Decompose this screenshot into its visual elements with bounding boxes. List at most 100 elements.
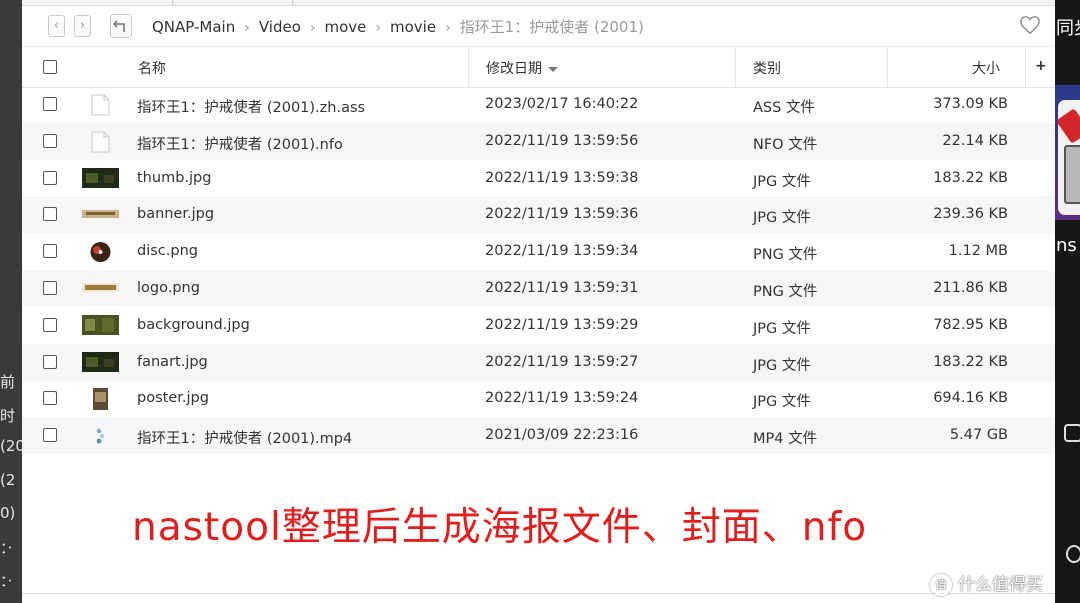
- file-type: PNG 文件: [753, 247, 818, 264]
- file-size: 183.22 KB: [933, 169, 1008, 186]
- file-modified: 2022/11/19 13:59:31: [485, 280, 639, 296]
- table-row[interactable]: thumb.jpg 2022/11/19 13:59:38 JPG 文件 183.22…: [22, 160, 1055, 197]
- watermark-logo-icon: 值: [930, 574, 952, 596]
- sort-down-icon: [548, 66, 558, 72]
- file-size: 183.22 KB: [933, 353, 1008, 370]
- table-row[interactable]: poster.jpg 2022/11/19 13:59:24 JPG 文件 694.1…: [22, 380, 1055, 417]
- row-checkbox[interactable]: [43, 354, 57, 369]
- file-name[interactable]: 指环王1：护戒使者 (2001).nfo: [137, 133, 343, 154]
- background-terminal: 前 时 (20 (2 0) ：· ：·: [0, 0, 22, 603]
- column-modified-label: 修改日期: [486, 61, 542, 77]
- row-checkbox[interactable]: [43, 170, 57, 185]
- file-size: 22.14 KB: [942, 132, 1008, 149]
- column-name[interactable]: 名称: [138, 58, 166, 78]
- table-row[interactable]: 指环王1：护戒使者 (2001).mp4 2021/03/09 22:23:16 M…: [22, 417, 1055, 455]
- file-type: JPG 文件: [753, 210, 811, 227]
- table-header: 名称 修改日期 类别 大小 +: [22, 46, 1055, 88]
- file-type: JPG 文件: [753, 357, 811, 374]
- file-modified: 2022/11/19 13:59:36: [485, 206, 639, 223]
- file-name[interactable]: banner.jpg: [137, 206, 214, 222]
- table-row[interactable]: 指环王1：护戒使者 (2001).zh.ass 2023/02/17 16:40:…: [22, 86, 1055, 123]
- terminal-line: (20: [0, 437, 22, 455]
- file-name[interactable]: fanart.jpg: [137, 354, 208, 370]
- column-type[interactable]: 类别: [753, 58, 781, 78]
- file-manager-window: ‹ › QNAP-Main › Video › move › movie › 指环王1：护戒使者…: [22, 0, 1055, 603]
- column-modified[interactable]: 修改日期: [486, 58, 558, 78]
- app-dock-icon[interactable]: [1055, 100, 1080, 215]
- table-row[interactable]: 指环王1：护戒使者 (2001).nfo 2022/11/19 13:59:56 N…: [22, 122, 1055, 160]
- file-thumbnail-icon: [82, 278, 119, 298]
- table-row[interactable]: logo.png 2022/11/19 13:59:31 PNG 文件 211.86 …: [22, 270, 1055, 307]
- file-type: JPG 文件: [753, 394, 811, 411]
- row-checkbox[interactable]: [43, 317, 57, 332]
- row-checkbox[interactable]: [43, 207, 57, 222]
- file-thumbnail-icon: [82, 167, 119, 188]
- file-modified: 2022/11/19 13:59:29: [485, 316, 639, 333]
- table-row[interactable]: background.jpg 2022/11/19 13:59:29 JPG 文件 7…: [22, 307, 1055, 344]
- chevron-right-icon: ›: [244, 20, 250, 36]
- file-type: NFO 文件: [753, 136, 818, 153]
- terminal-line: 前: [0, 373, 16, 391]
- toolbar: ‹ › QNAP-Main › Video › move › movie › 指环王1：护戒使者…: [22, 6, 1055, 44]
- watermark-text: 什么值得买: [958, 575, 1043, 595]
- bulb-icon[interactable]: [1066, 545, 1080, 563]
- row-checkbox[interactable]: [43, 97, 57, 111]
- file-size: 211.86 KB: [933, 280, 1008, 296]
- file-thumbnail-icon: [82, 388, 119, 411]
- table-row[interactable]: fanart.jpg 2022/11/19 13:59:27 JPG 文件 183.2…: [22, 343, 1055, 381]
- file-modified: 2022/11/19 13:59:27: [485, 353, 639, 370]
- file-type: JPG 文件: [753, 173, 811, 190]
- breadcrumb: QNAP-Main › Video › move › movie › 指环王1：护戒使者 (20…: [152, 16, 644, 37]
- back-button[interactable]: ‹: [48, 15, 65, 37]
- file-name[interactable]: logo.png: [137, 280, 200, 296]
- row-checkbox[interactable]: [43, 244, 57, 259]
- row-checkbox[interactable]: [43, 133, 57, 148]
- file-name[interactable]: 指环王1：护戒使者 (2001).mp4: [137, 427, 352, 448]
- file-name[interactable]: thumb.jpg: [137, 170, 211, 186]
- row-checkbox[interactable]: [43, 391, 57, 406]
- file-size: 782.95 KB: [933, 316, 1008, 333]
- file-modified: 2022/11/19 13:59:56: [485, 132, 639, 149]
- file-thumbnail-icon: [82, 351, 119, 372]
- select-all-checkbox[interactable]: [43, 60, 57, 74]
- file-thumbnail-icon: [82, 425, 119, 445]
- forward-button[interactable]: ›: [74, 15, 91, 37]
- breadcrumb-item[interactable]: QNAP-Main: [152, 18, 235, 36]
- breadcrumb-item[interactable]: move: [324, 18, 366, 36]
- dock-small-icon[interactable]: [1064, 424, 1080, 442]
- file-type: MP4 文件: [753, 431, 818, 448]
- table-row[interactable]: banner.jpg 2022/11/19 13:59:36 JPG 文件 239.3…: [22, 196, 1055, 234]
- chevron-right-icon: ›: [375, 20, 381, 36]
- column-size[interactable]: 大小: [972, 58, 1000, 78]
- add-column-button[interactable]: +: [1035, 58, 1047, 74]
- breadcrumb-current: 指环王1：护戒使者 (2001): [459, 18, 644, 36]
- file-type: PNG 文件: [753, 284, 818, 300]
- file-size: 373.09 KB: [933, 96, 1008, 112]
- file-thumbnail-icon: [82, 204, 119, 224]
- file-name[interactable]: 指环王1：护戒使者 (2001).zh.ass: [137, 96, 365, 117]
- dock-label: ns: [1056, 235, 1077, 256]
- chevron-right-icon: ›: [309, 20, 316, 36]
- file-thumbnail-icon: [82, 314, 119, 335]
- chevron-right-icon: ›: [445, 20, 451, 36]
- terminal-line: ：·: [0, 572, 13, 590]
- parent-folder-button[interactable]: [110, 14, 132, 38]
- row-checkbox[interactable]: [43, 281, 57, 295]
- file-modified: 2022/11/19 13:59:24: [485, 390, 639, 407]
- file-size: 5.47 GB: [949, 427, 1008, 444]
- file-modified: 2023/02/17 16:40:22: [485, 96, 639, 112]
- return-arrow-icon: [112, 20, 125, 32]
- file-size: 694.16 KB: [933, 390, 1008, 407]
- file-size: 1.12 MB: [948, 243, 1008, 260]
- terminal-line: (2: [0, 471, 16, 489]
- heart-icon[interactable]: [1019, 15, 1041, 35]
- file-name[interactable]: poster.jpg: [137, 390, 209, 406]
- file-modified: 2022/11/19 13:59:34: [485, 243, 639, 260]
- row-checkbox[interactable]: [43, 428, 57, 443]
- file-name[interactable]: disc.png: [137, 243, 198, 259]
- breadcrumb-item[interactable]: Video: [259, 18, 301, 36]
- file-thumbnail-icon: [82, 241, 119, 263]
- breadcrumb-item[interactable]: movie: [390, 18, 436, 36]
- table-row[interactable]: disc.png 2022/11/19 13:59:34 PNG 文件 1.12 MB: [22, 233, 1055, 270]
- file-name[interactable]: background.jpg: [137, 317, 250, 333]
